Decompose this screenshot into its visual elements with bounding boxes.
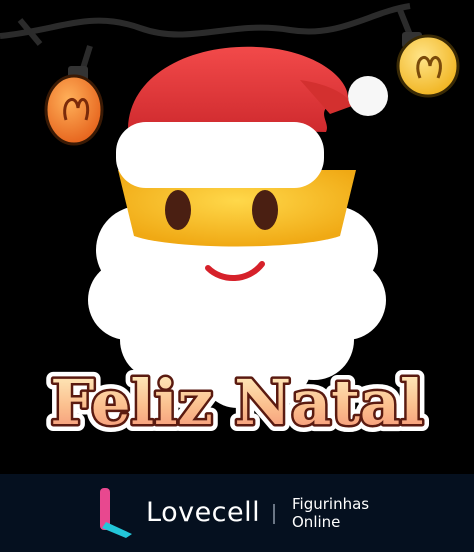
santa-hat-icon bbox=[116, 46, 388, 188]
greeting-text: Feliz Natal bbox=[50, 366, 423, 439]
tagline-line2: Online bbox=[292, 513, 341, 531]
footer-bar: Lovecell Figurinhas Online bbox=[0, 474, 474, 552]
brand-logo[interactable]: Lovecell bbox=[96, 484, 260, 540]
tagline: Figurinhas Online bbox=[292, 495, 369, 531]
tagline-line1: Figurinhas bbox=[292, 495, 370, 513]
yellow-bulb-icon bbox=[396, 32, 460, 98]
greeting-caption: Feliz Natal Feliz Natal Feliz Natal bbox=[0, 359, 474, 456]
lovecell-logo-icon bbox=[96, 484, 136, 540]
footer-divider bbox=[273, 504, 275, 524]
orange-bulb-icon bbox=[44, 66, 104, 146]
brand-name: Lovecell bbox=[146, 496, 261, 528]
